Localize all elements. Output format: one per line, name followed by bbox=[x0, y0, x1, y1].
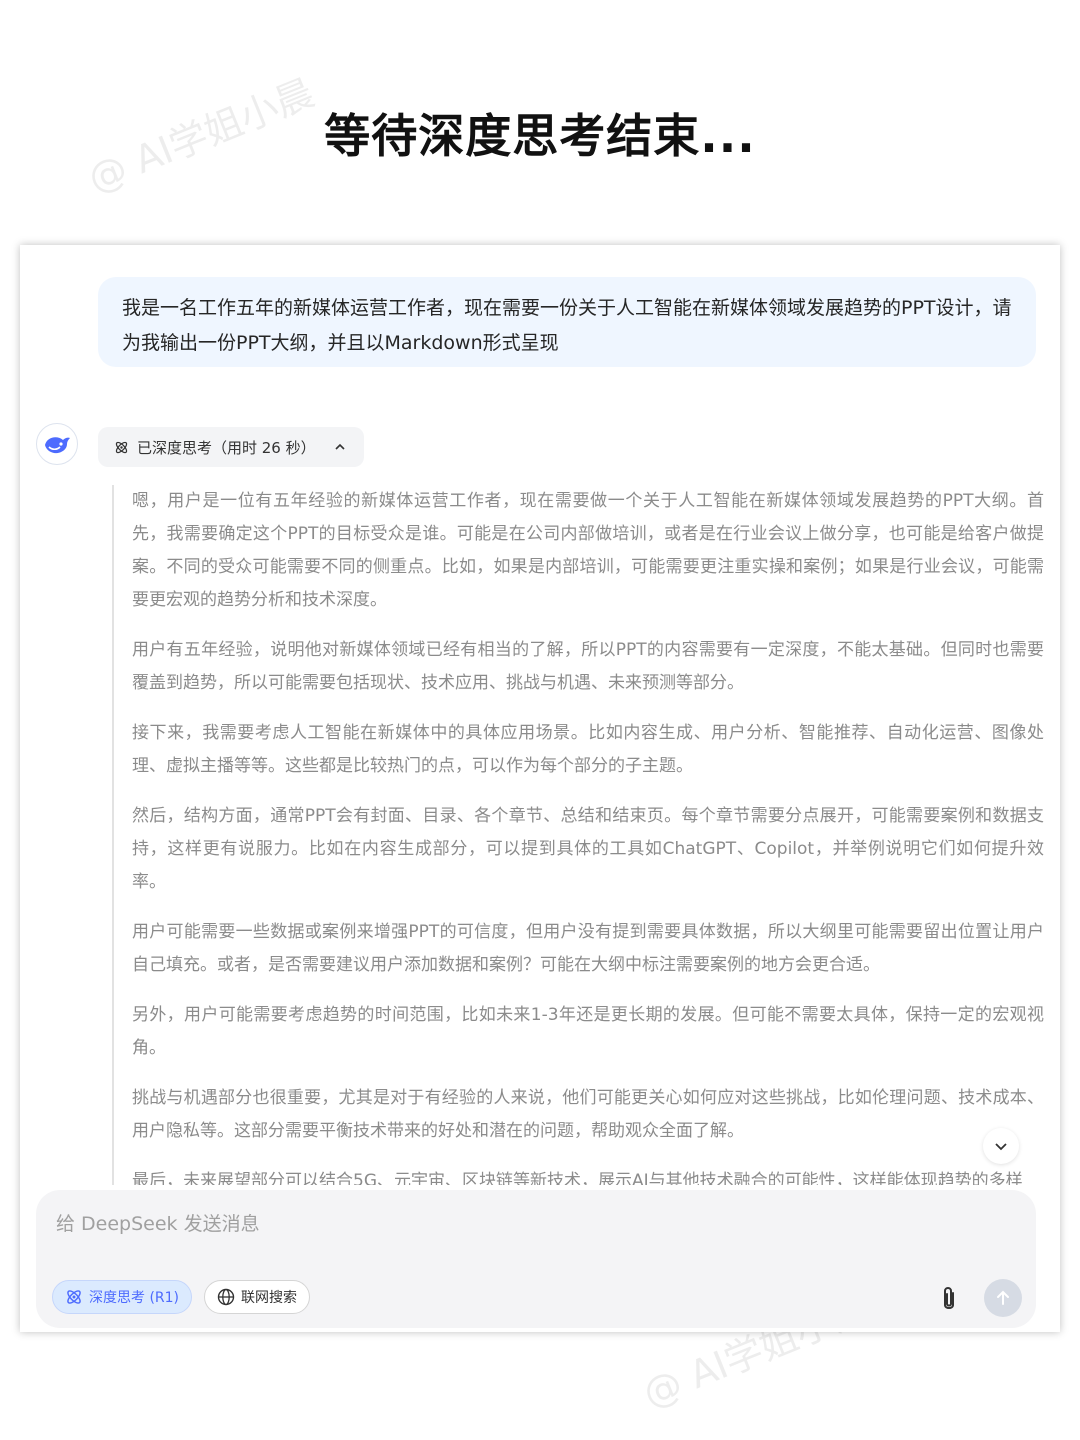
send-button[interactable] bbox=[984, 1279, 1022, 1317]
chevron-down-icon bbox=[995, 1143, 1007, 1151]
thinking-paragraph: 用户有五年经验，说明他对新媒体领域已经有相当的了解，所以PPT的内容需要有一定深… bbox=[132, 640, 1044, 693]
deep-think-button[interactable]: 深度思考 (R1) bbox=[52, 1280, 193, 1314]
attach-button[interactable] bbox=[936, 1284, 962, 1314]
arrow-up-icon bbox=[997, 1290, 1009, 1305]
thinking-paragraph: 挑战与机遇部分也很重要，尤其是对于有经验的人来说，他们可能更关心如何应对这些挑战… bbox=[132, 1088, 1044, 1141]
web-search-label: 联网搜索 bbox=[241, 1290, 297, 1306]
thinking-paragraph: 用户可能需要一些数据或案例来增强PPT的可信度，但用户没有提到需要具体数据，所以… bbox=[132, 922, 1044, 975]
web-search-button[interactable]: 联网搜索 bbox=[204, 1280, 310, 1314]
thinking-toggle[interactable]: 已深度思考（用时 26 秒） bbox=[98, 427, 364, 467]
message-composer: 深度思考 (R1) 联网搜索 bbox=[36, 1190, 1036, 1328]
message-input[interactable] bbox=[54, 1208, 918, 1240]
chevron-up-icon bbox=[334, 441, 346, 453]
paperclip-icon bbox=[944, 1287, 954, 1309]
user-message: 我是一名工作五年的新媒体运营工作者，现在需要一份关于人工智能在新媒体领域发展趋势… bbox=[98, 277, 1036, 367]
thinking-paragraph: 最后，未来展望部分可以结合5G、元宇宙、区块链等新技术，展示AI与其他技术融合的… bbox=[132, 1171, 1023, 1185]
deepseek-whale-icon bbox=[45, 437, 70, 454]
thinking-label: 已深度思考（用时 26 秒） bbox=[137, 438, 316, 457]
assistant-avatar bbox=[36, 423, 78, 465]
thinking-paragraph: 接下来，我需要考虑人工智能在新媒体中的具体应用场景。比如内容生成、用户分析、智能… bbox=[132, 723, 1044, 776]
thinking-content: 嗯，用户是一位有五年经验的新媒体运营工作者，现在需要做一个关于人工智能在新媒体领… bbox=[112, 485, 1044, 1185]
globe-icon bbox=[217, 1288, 235, 1306]
atom-icon bbox=[115, 441, 128, 453]
scroll-down-button[interactable] bbox=[983, 1128, 1019, 1164]
thinking-paragraph: 另外，用户可能需要考虑趋势的时间范围，比如未来1-3年还是更长期的发展。但可能不… bbox=[132, 1005, 1044, 1058]
atom-icon bbox=[67, 1290, 81, 1304]
page-title: 等待深度思考结束... bbox=[324, 109, 756, 163]
chat-window: 我是一名工作五年的新媒体运营工作者，现在需要一份关于人工智能在新媒体领域发展趋势… bbox=[20, 245, 1060, 1332]
thinking-paragraph: 然后，结构方面，通常PPT会有封面、目录、各个章节、总结和结束页。每个章节需要分… bbox=[132, 806, 1044, 892]
thinking-paragraph: 嗯，用户是一位有五年经验的新媒体运营工作者，现在需要做一个关于人工智能在新媒体领… bbox=[132, 491, 1044, 610]
deep-think-label: 深度思考 (R1) bbox=[89, 1290, 180, 1306]
